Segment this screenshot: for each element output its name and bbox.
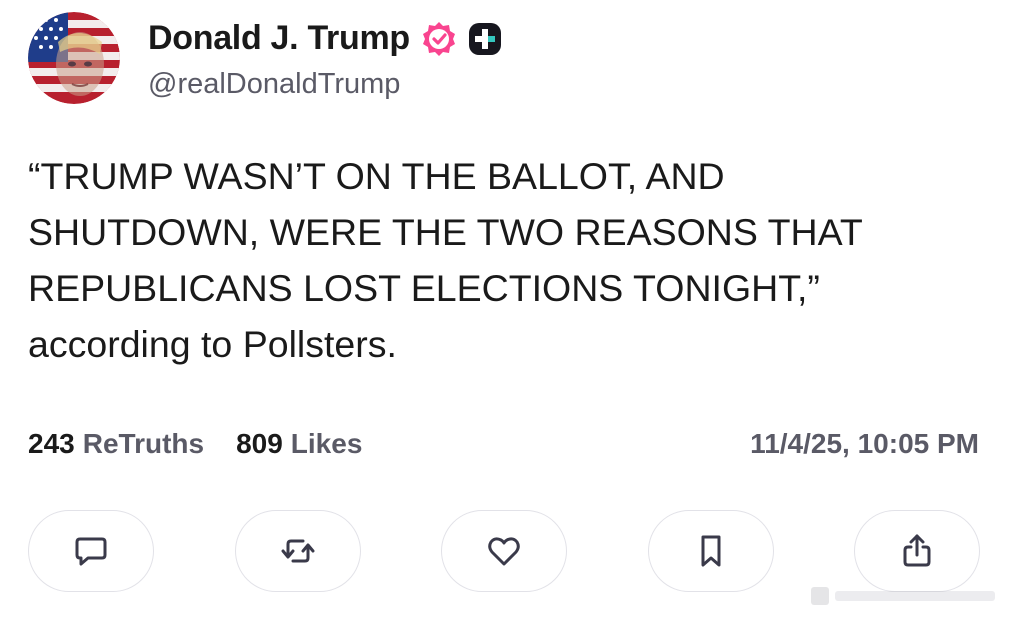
bookmark-icon	[701, 535, 720, 567]
post-text-line: REPUBLICANS LOST ELECTIONS TONIGHT,”	[28, 267, 820, 309]
post-text-line: “TRUMP WASN’T ON THE BALLOT, AND	[28, 155, 725, 197]
retruths-stat[interactable]: 243 ReTruths	[28, 428, 204, 460]
flag-portrait-avatar	[28, 12, 120, 104]
likes-label: Likes	[290, 428, 363, 459]
post-stats: 243 ReTruths 809 Likes 11/4/25, 10:05 PM	[28, 424, 979, 464]
author-info: Donald J. Trump @realDonaldTrump	[148, 16, 502, 101]
post-timestamp[interactable]: 11/4/25, 10:05 PM	[750, 428, 979, 460]
truth-plus-icon	[468, 22, 502, 56]
display-name[interactable]: Donald J. Trump	[148, 19, 410, 58]
like-button[interactable]	[441, 510, 567, 592]
verified-badge-icon	[420, 20, 458, 58]
action-bar	[28, 510, 980, 594]
retruths-count: 243	[28, 428, 75, 459]
watermark	[807, 583, 1007, 609]
bookmark-button[interactable]	[647, 510, 774, 592]
author-handle[interactable]: @realDonaldTrump	[148, 68, 502, 101]
reply-button[interactable]	[28, 510, 154, 592]
share-button[interactable]	[854, 510, 980, 592]
retruth-button[interactable]	[234, 510, 361, 592]
avatar[interactable]	[28, 12, 120, 104]
share-icon	[903, 534, 931, 567]
post-header: Donald J. Trump @realDonaldTrump	[28, 12, 502, 104]
retruths-label: ReTruths	[82, 428, 205, 459]
repost-arrows-icon	[281, 539, 314, 563]
likes-count: 809	[236, 428, 283, 459]
likes-stat[interactable]: 809 Likes	[236, 428, 362, 460]
heart-icon	[488, 537, 520, 566]
name-row: Donald J. Trump	[148, 16, 502, 62]
speech-bubble-icon	[75, 537, 107, 566]
post-text-line: SHUTDOWN, WERE THE TWO REASONS THAT	[28, 211, 863, 253]
post-text-line: according to Pollsters.	[28, 323, 397, 365]
post-body: “TRUMP WASN’T ON THE BALLOT, AND SHUTDOW…	[28, 148, 988, 372]
